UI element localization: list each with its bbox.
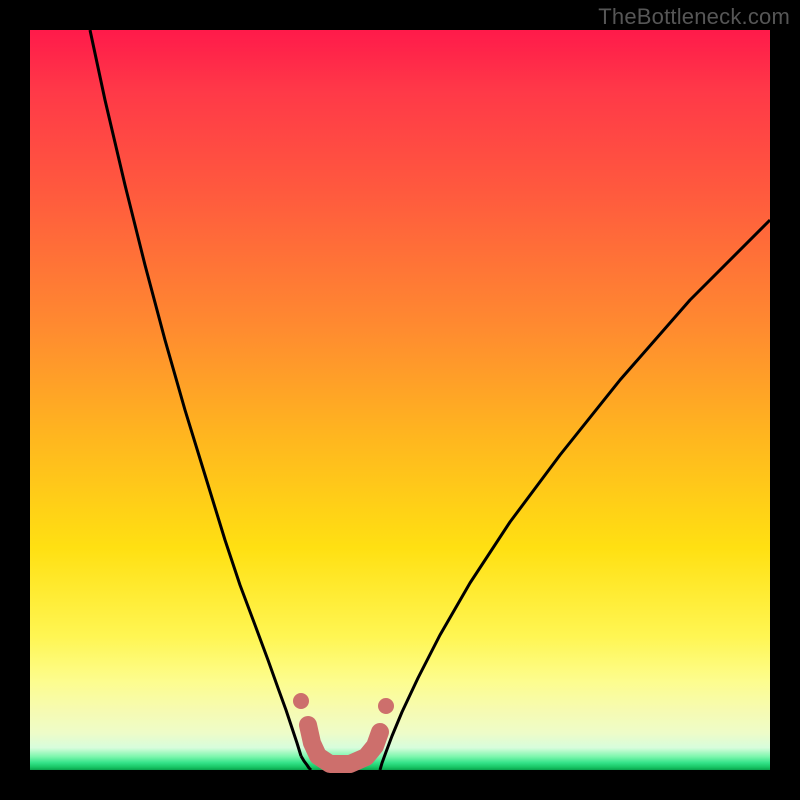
marker-group bbox=[293, 693, 394, 714]
watermark-text: TheBottleneck.com bbox=[598, 4, 790, 30]
series-group bbox=[90, 30, 770, 770]
series-right-curve bbox=[380, 220, 770, 770]
dot-left bbox=[293, 693, 309, 709]
dot-right bbox=[378, 698, 394, 714]
series-left-curve bbox=[90, 30, 301, 756]
chart-svg bbox=[30, 30, 770, 770]
chart-frame: TheBottleneck.com bbox=[0, 0, 800, 800]
series-thick-valley bbox=[308, 725, 380, 764]
